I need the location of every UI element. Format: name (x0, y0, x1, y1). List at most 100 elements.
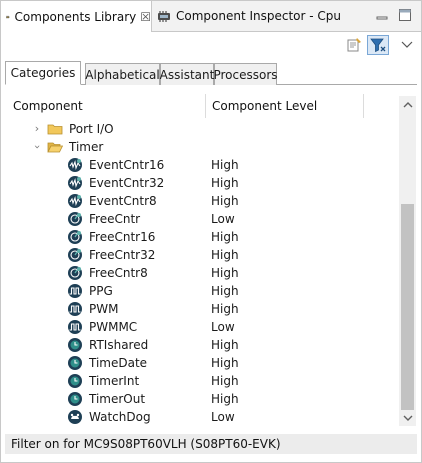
component-level: High (211, 392, 239, 406)
component-level: High (211, 302, 239, 316)
event-counter-icon (68, 194, 82, 208)
clock-icon (68, 338, 82, 352)
component-name: PPG (89, 284, 113, 298)
component-name: TimerInt (89, 374, 140, 388)
free-counter-icon (68, 212, 82, 226)
table-header: Component Component Level (5, 88, 399, 124)
table-row[interactable]: EventCntr16 High (5, 156, 399, 174)
vertical-scrollbar[interactable] (399, 96, 416, 426)
tree-row-timer[interactable]: › Timer (5, 138, 399, 156)
table-row[interactable]: FreeCntr Low (5, 210, 399, 228)
component-level: Low (211, 212, 235, 226)
free-counter-icon (68, 248, 82, 262)
tab-label: Components Library (14, 9, 137, 24)
table-row[interactable]: FreeCntr16 High (5, 228, 399, 246)
event-counter-icon (68, 176, 82, 190)
component-inspector-icon (158, 11, 170, 22)
component-name: FreeCntr32 (89, 248, 156, 262)
tab-processors[interactable]: Processors (213, 63, 278, 85)
event-counter-icon (68, 158, 82, 172)
tab-component-inspector[interactable]: Component Inspector - Cpu (152, 1, 342, 31)
component-name: FreeCntr (89, 212, 141, 226)
scrollbar-thumb[interactable] (401, 204, 414, 410)
table-row[interactable]: RTIshared High (5, 336, 399, 354)
column-divider[interactable] (363, 94, 364, 118)
components-library-view: Components Library ☒ Component Inspector… (0, 0, 422, 463)
table-row[interactable]: FreeCntr8 High (5, 264, 399, 282)
component-level: Low (211, 410, 235, 424)
components-library-icon (6, 15, 10, 19)
component-level: High (211, 284, 239, 298)
free-counter-icon (68, 230, 82, 244)
chevron-down-icon[interactable]: › (31, 141, 44, 153)
column-header-component[interactable]: Component (13, 96, 83, 116)
table-row[interactable]: TimerInt High (5, 372, 399, 390)
component-name: TimeDate (89, 356, 148, 370)
component-level: High (211, 230, 239, 244)
view-menu-button[interactable] (397, 35, 417, 55)
tab-label: Component Inspector - Cpu (176, 9, 342, 23)
properties-button[interactable] (344, 35, 364, 55)
table-row[interactable]: EventCntr32 High (5, 174, 399, 192)
component-name: PWMMC (89, 320, 138, 334)
tab-categories[interactable]: Categories (5, 61, 81, 85)
tab-alphabetical[interactable]: Alphabetical (85, 63, 160, 85)
components-tree-table: Component Component Level › Port I/O › T… (5, 88, 399, 428)
minimize-icon[interactable] (375, 8, 389, 22)
component-level: High (211, 194, 239, 208)
table-row[interactable]: WatchDog Low (5, 408, 399, 426)
component-name: EventCntr16 (89, 158, 165, 172)
table-row[interactable]: EventCntr8 High (5, 192, 399, 210)
component-name: FreeCntr8 (89, 266, 148, 280)
component-name: PWM (89, 302, 119, 316)
component-level: High (211, 176, 239, 190)
maximize-icon[interactable] (398, 8, 412, 22)
table-row[interactable]: PPG High (5, 282, 399, 300)
tree-label: Timer (69, 140, 104, 154)
table-row[interactable]: PWM High (5, 300, 399, 318)
component-level: High (211, 248, 239, 262)
close-icon[interactable]: ☒ (140, 10, 151, 24)
component-name: EventCntr32 (89, 176, 165, 190)
tab-components-library[interactable]: Components Library ☒ (1, 1, 152, 32)
component-level: High (211, 338, 239, 352)
table-row[interactable]: FreeCntr32 High (5, 246, 399, 264)
chevron-right-icon[interactable]: › (31, 123, 43, 135)
table-row[interactable]: PWMMC Low (5, 318, 399, 336)
folder-icon (47, 124, 63, 135)
pulse-icon (68, 320, 82, 334)
column-header-component-level[interactable]: Component Level (212, 96, 317, 116)
watchdog-icon (68, 410, 82, 424)
component-level: High (211, 374, 239, 388)
view-tab-bar: Components Library ☒ Component Inspector… (1, 1, 421, 32)
scroll-down-icon[interactable] (399, 410, 416, 426)
clock-icon (68, 374, 82, 388)
component-name: TimerOut (89, 392, 146, 406)
tree-row-port-io[interactable]: › Port I/O (5, 120, 399, 138)
properties-icon (347, 38, 361, 52)
filter-status: Filter on for MC9S08PT60VLH (S08PT60-EVK… (5, 434, 417, 454)
chevron-down-icon (401, 41, 413, 48)
clock-icon (68, 392, 82, 406)
pulse-icon (68, 302, 82, 316)
view-toolbar (1, 32, 421, 58)
folder-open-icon (47, 142, 63, 153)
pulse-icon (68, 284, 82, 298)
component-level: High (211, 266, 239, 280)
table-row[interactable]: TimerOut High (5, 390, 399, 408)
clock-icon (68, 356, 82, 370)
filter-button[interactable] (367, 35, 389, 55)
category-tabs: Categories Alphabetical Assistant Proces… (5, 60, 417, 85)
filter-icon (370, 38, 386, 53)
component-level: High (211, 158, 239, 172)
component-name: EventCntr8 (89, 194, 157, 208)
free-counter-icon (68, 266, 82, 280)
tree-label: Port I/O (69, 122, 114, 136)
scroll-up-icon[interactable] (399, 96, 416, 112)
column-divider[interactable] (205, 94, 206, 118)
table-row[interactable]: TimeDate High (5, 354, 399, 372)
component-level: High (211, 356, 239, 370)
component-name: RTIshared (89, 338, 149, 352)
tab-assistant[interactable]: Assistant (160, 63, 214, 85)
component-name: FreeCntr16 (89, 230, 156, 244)
